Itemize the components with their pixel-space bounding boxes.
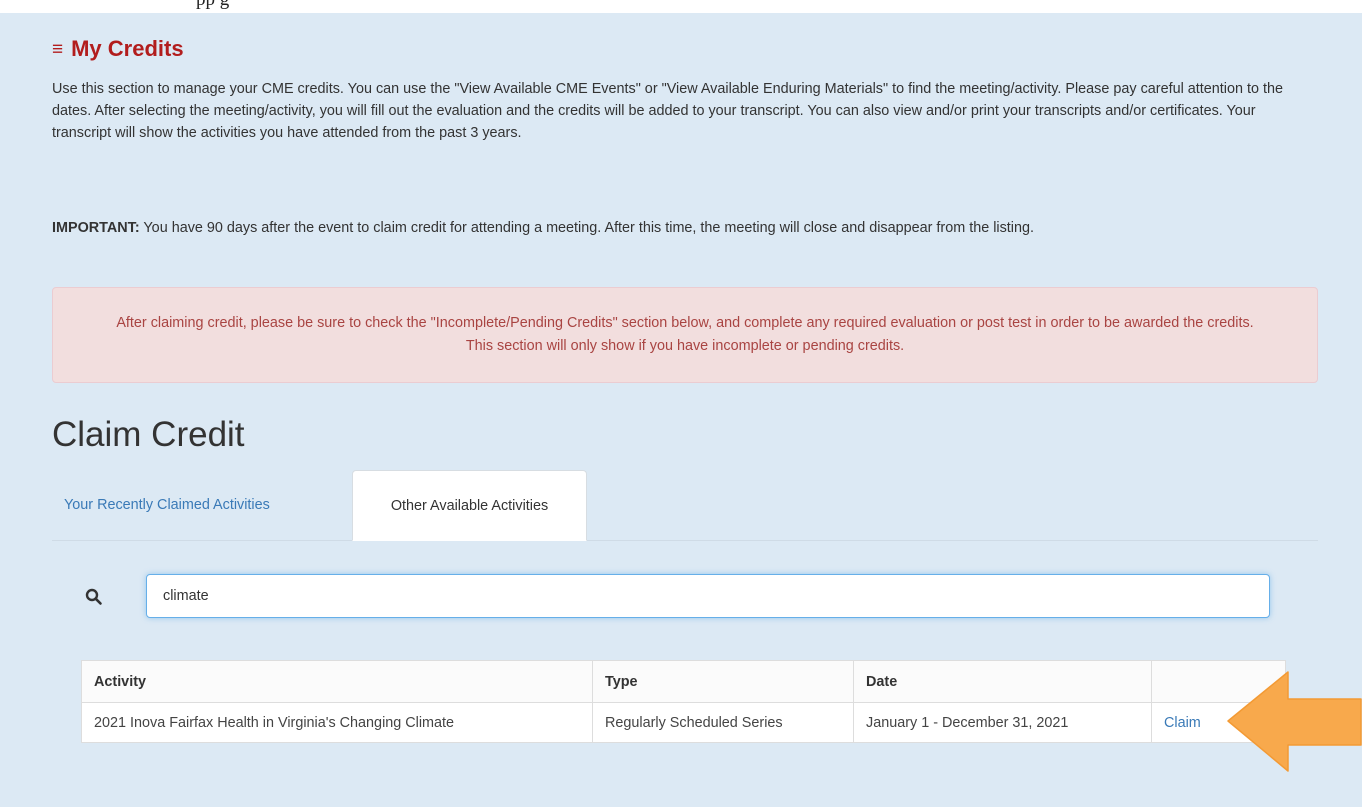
search-icon	[85, 588, 102, 605]
my-credits-section: ≡ My Credits Use this section to manage …	[52, 36, 1318, 743]
important-label: IMPORTANT:	[52, 220, 140, 236]
menu-icon: ≡	[52, 38, 64, 60]
top-fragment: pp g	[196, 0, 229, 11]
section-title-text: My Credits	[71, 36, 184, 61]
claim-tabs: Your Recently Claimed Activities Other A…	[52, 470, 1318, 541]
activities-table: Activity Type Date 2021 Inova Fairfax He…	[81, 660, 1286, 743]
table-header-row: Activity Type Date	[81, 660, 1286, 703]
activity-search	[80, 574, 1272, 620]
column-header-type: Type	[592, 660, 854, 703]
column-header-activity: Activity	[81, 660, 593, 703]
date-cell: January 1 - December 31, 2021	[853, 702, 1152, 743]
pending-credits-alert: After claiming credit, please be sure to…	[52, 287, 1318, 383]
alert-text: After claiming credit, please be sure to…	[116, 315, 1254, 354]
claim-link[interactable]: Claim	[1164, 715, 1201, 731]
important-text: You have 90 days after the event to clai…	[139, 220, 1034, 236]
section-title: ≡ My Credits	[52, 36, 1318, 62]
column-header-date: Date	[853, 660, 1152, 703]
intro-paragraph: Use this section to manage your CME cred…	[52, 81, 1283, 141]
table-row: 2021 Inova Fairfax Health in Virginia's …	[81, 702, 1286, 743]
claim-credit-heading: Claim Credit	[52, 415, 245, 454]
type-cell: Regularly Scheduled Series	[592, 702, 854, 743]
tab-other-available[interactable]: Other Available Activities	[352, 470, 587, 541]
tab-recently-claimed[interactable]: Your Recently Claimed Activities	[52, 470, 352, 540]
arrow-icon	[1227, 671, 1362, 772]
search-input[interactable]	[146, 574, 1270, 618]
important-notice: IMPORTANT: You have 90 days after the ev…	[52, 218, 1318, 240]
top-cropped-text: pp g	[0, 0, 1362, 13]
activity-cell: 2021 Inova Fairfax Health in Virginia's …	[81, 702, 593, 743]
